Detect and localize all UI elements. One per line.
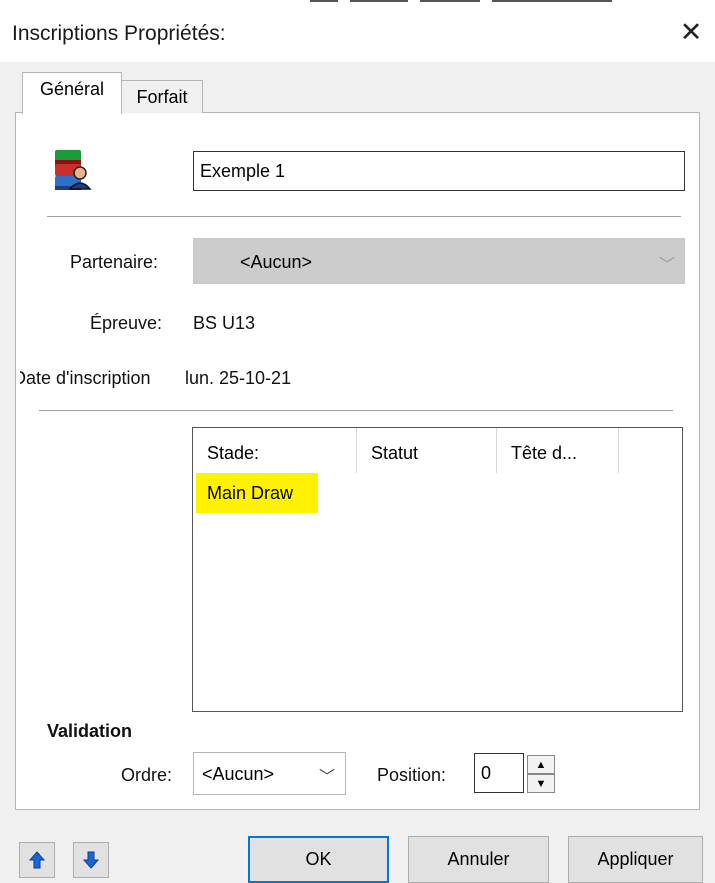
apply-button[interactable]: Appliquer (568, 836, 703, 883)
title-bar-clipped-edge (310, 0, 640, 5)
registration-icon (51, 149, 95, 193)
arrow-down-icon (83, 851, 99, 869)
position-spin-up[interactable]: ▲ (527, 755, 555, 774)
order-label: Ordre: (121, 765, 173, 785)
ok-button-label: OK (305, 849, 332, 869)
date-value: lun. 25-10-21 (185, 368, 292, 388)
triangle-up-icon: ▲ (535, 758, 547, 771)
separator-top (47, 216, 681, 218)
order-select[interactable]: <Aucun> ﹀ (193, 752, 346, 795)
move-up-button[interactable] (19, 842, 55, 878)
position-spin-down[interactable]: ▼ (527, 774, 555, 793)
tab-general-label: Général (39, 79, 105, 99)
partner-select-value: <Aucun> (240, 252, 313, 272)
tab-forfait[interactable]: Forfait (121, 80, 203, 113)
chevron-down-icon: ﹀ (659, 257, 676, 274)
close-button[interactable]: ✕ (676, 16, 706, 48)
separator-bottom (39, 410, 673, 412)
ok-button[interactable]: OK (248, 836, 389, 883)
cancel-button-label: Annuler (447, 849, 510, 869)
arrow-up-icon (29, 851, 45, 869)
event-label: Épreuve: (90, 313, 163, 333)
date-label-clip: Date d'inscription (20, 360, 180, 390)
list-item[interactable]: Main Draw (196, 473, 318, 513)
column-header-stage[interactable]: Stade: (193, 428, 357, 473)
validation-heading: Validation (47, 721, 133, 741)
order-select-value: <Aucun> (202, 764, 275, 784)
column-header-status[interactable]: Statut (357, 428, 497, 473)
name-input[interactable] (193, 151, 685, 191)
partner-label: Partenaire: (70, 252, 159, 272)
close-icon: ✕ (679, 16, 703, 47)
partner-select: <Aucun> ﹀ (193, 238, 685, 284)
tab-forfait-label: Forfait (136, 86, 188, 107)
position-label: Position: (377, 765, 447, 785)
window-title: Inscriptions Propriétés: (12, 22, 226, 45)
column-header-seed[interactable]: Tête d... (497, 428, 619, 473)
tab-general[interactable]: Général (22, 72, 122, 114)
position-input[interactable] (474, 753, 524, 793)
triangle-down-icon: ▼ (535, 777, 547, 790)
stage-list[interactable]: Stade: Statut Tête d... Main Draw (192, 427, 683, 712)
apply-button-label: Appliquer (597, 849, 674, 869)
chevron-down-icon: ﹀ (319, 769, 336, 786)
event-value: BS U13 (193, 313, 256, 333)
cancel-button[interactable]: Annuler (408, 836, 549, 883)
move-down-button[interactable] (73, 842, 109, 878)
date-label: Date d'inscription (20, 368, 151, 388)
